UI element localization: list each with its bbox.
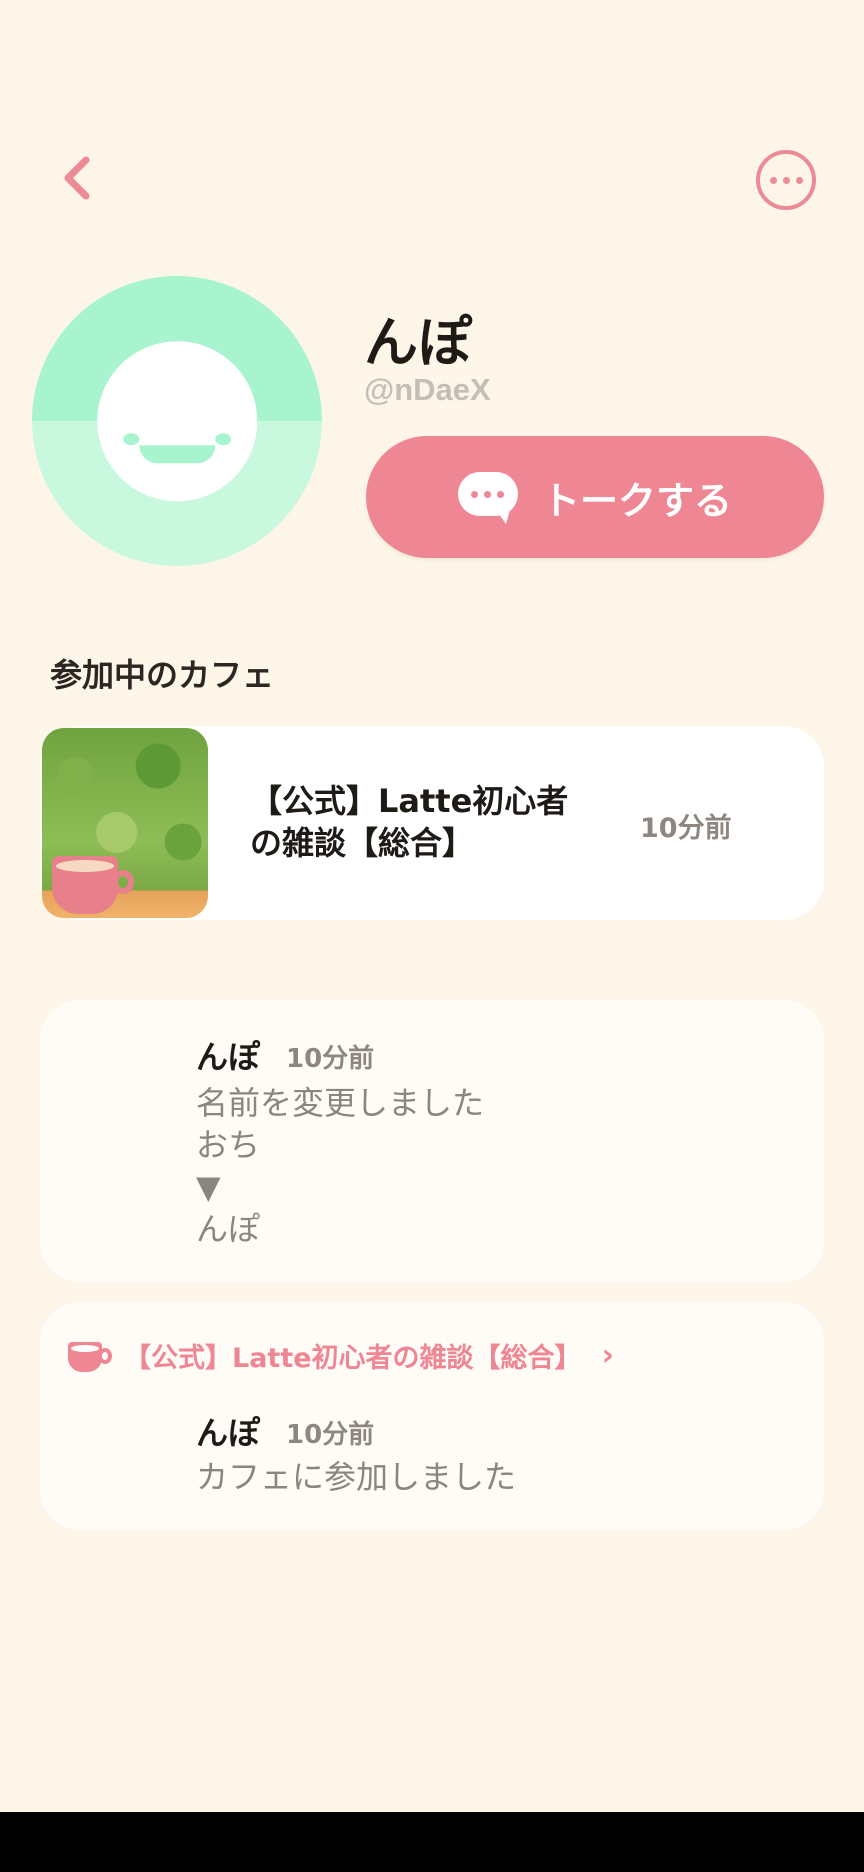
activity-user-name: んぽ bbox=[196, 1038, 261, 1076]
chevron-left-icon bbox=[64, 156, 90, 200]
cafe-time: 10分前 bbox=[640, 813, 732, 844]
coffee-cup-icon bbox=[68, 1338, 114, 1374]
activity-time: 10分前 bbox=[286, 1420, 375, 1450]
coffee-cup-icon bbox=[52, 856, 134, 914]
activity-cafe-link[interactable]: 【公式】Latte初心者の雑談【総合】 › bbox=[68, 1336, 614, 1375]
profile-handle: @nDaeX bbox=[364, 372, 491, 407]
talk-button-label: トークする bbox=[541, 478, 732, 523]
ellipsis-circle-icon bbox=[769, 176, 777, 184]
more-options-button[interactable] bbox=[756, 150, 816, 210]
activity-user-name: んぽ bbox=[196, 1414, 261, 1452]
section-title: 参加中のカフェ bbox=[50, 656, 275, 694]
back-button[interactable] bbox=[50, 150, 106, 206]
activity-cafe-label: 【公式】Latte初心者の雑談【総合】 bbox=[124, 1343, 582, 1374]
chat-bubble-icon bbox=[457, 472, 518, 524]
profile-name: んぽ bbox=[364, 311, 472, 374]
activity-message: 名前を変更しました おち ▼ んぽ bbox=[196, 1084, 485, 1248]
activity-time: 10分前 bbox=[286, 1044, 375, 1074]
profile-avatar bbox=[32, 276, 322, 566]
activity-message: カフェに参加しました bbox=[196, 1458, 517, 1496]
talk-button[interactable]: トークする bbox=[366, 436, 824, 558]
chevron-right-icon: › bbox=[601, 1338, 614, 1373]
cafe-thumbnail bbox=[42, 728, 208, 918]
system-navigation-bar bbox=[0, 1812, 864, 1872]
cafe-title: 【公式】Latte初心者 の雑談【総合】 bbox=[250, 782, 569, 862]
